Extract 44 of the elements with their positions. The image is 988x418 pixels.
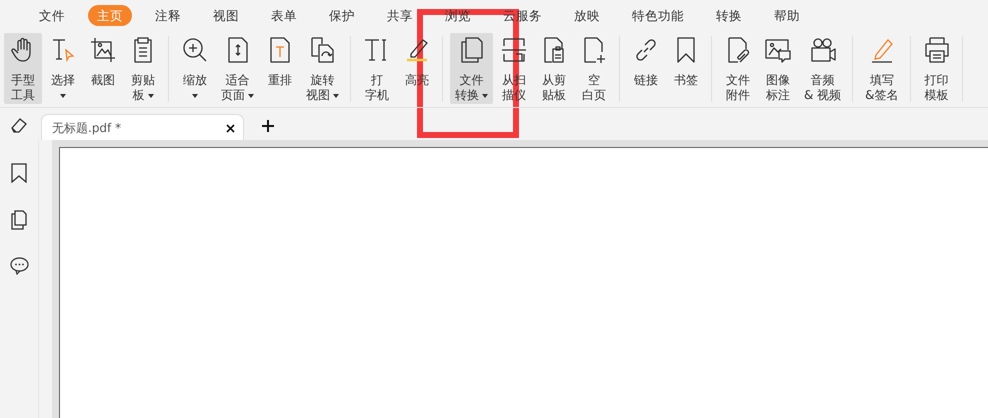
menu-tab[interactable]: 注释 — [146, 4, 190, 26]
toolbar-button[interactable]: 选择 — [44, 33, 82, 104]
new-tab-button[interactable] — [262, 119, 274, 132]
printer-icon — [922, 36, 951, 64]
toolbar-button[interactable]: 适合 页面 — [216, 33, 259, 104]
toolbar-button[interactable]: 填写 &签名 — [860, 33, 904, 104]
toolbar-button[interactable]: 高亮 — [398, 33, 436, 104]
tab-title: 无标题.pdf * — [52, 120, 122, 136]
menu-tab[interactable]: 文件 — [30, 4, 74, 26]
comment-icon[interactable] — [10, 257, 28, 275]
rotate-pages-icon — [308, 36, 336, 64]
menu-tab[interactable]: 表单 — [262, 4, 306, 26]
menu-tab[interactable]: 帮助 — [765, 4, 809, 26]
menu-tab[interactable]: 转换 — [707, 4, 751, 26]
menu-tab[interactable]: 视图 — [204, 4, 248, 26]
zoom-icon — [181, 36, 209, 64]
toolbar-button[interactable]: 剪贴 板 — [124, 33, 162, 104]
document-tab[interactable]: 无标题.pdf * — [41, 114, 244, 140]
close-tab-button[interactable] — [226, 122, 235, 134]
crop-image-icon — [89, 36, 117, 64]
toolbar-button[interactable]: 旋转 视图 — [301, 33, 344, 104]
toolbar-button[interactable]: 空 白页 — [575, 33, 613, 104]
toolbar-button[interactable]: 缩放 — [176, 33, 214, 104]
toolbar-button[interactable]: 手型 工具 — [4, 33, 42, 104]
toolbar-button[interactable]: 文件 转换 — [450, 33, 493, 104]
toolbar-button[interactable]: 截图 — [84, 33, 122, 104]
toolbar-button[interactable]: 音频 & 视频 — [799, 33, 846, 104]
bookmark-icon[interactable] — [11, 163, 27, 183]
toolbar-button[interactable]: 打印 模板 — [918, 33, 956, 104]
video-camera-icon — [808, 36, 837, 64]
pages-icon[interactable] — [11, 210, 27, 230]
menu-tab[interactable]: 放映 — [565, 4, 609, 26]
toolbar-button[interactable]: 打 字机 — [358, 33, 396, 104]
menu-tab[interactable]: 保护 — [320, 4, 364, 26]
eraser-icon[interactable] — [10, 117, 28, 133]
toolbar-button[interactable]: 重排 — [261, 33, 299, 104]
menu-tab[interactable]: 特色功能 — [623, 4, 693, 26]
toolbar-button[interactable]: 书签 — [667, 33, 705, 104]
toolbar-button[interactable]: 从剪 贴板 — [535, 33, 573, 104]
toolbar-button[interactable]: 图像 标注 — [759, 33, 797, 104]
scanner-icon — [500, 36, 528, 64]
toolbar-button[interactable]: 链接 — [627, 33, 665, 104]
menu-tab[interactable]: 共享 — [378, 4, 422, 26]
toolbar-button[interactable]: 文件 附件 — [719, 33, 757, 104]
